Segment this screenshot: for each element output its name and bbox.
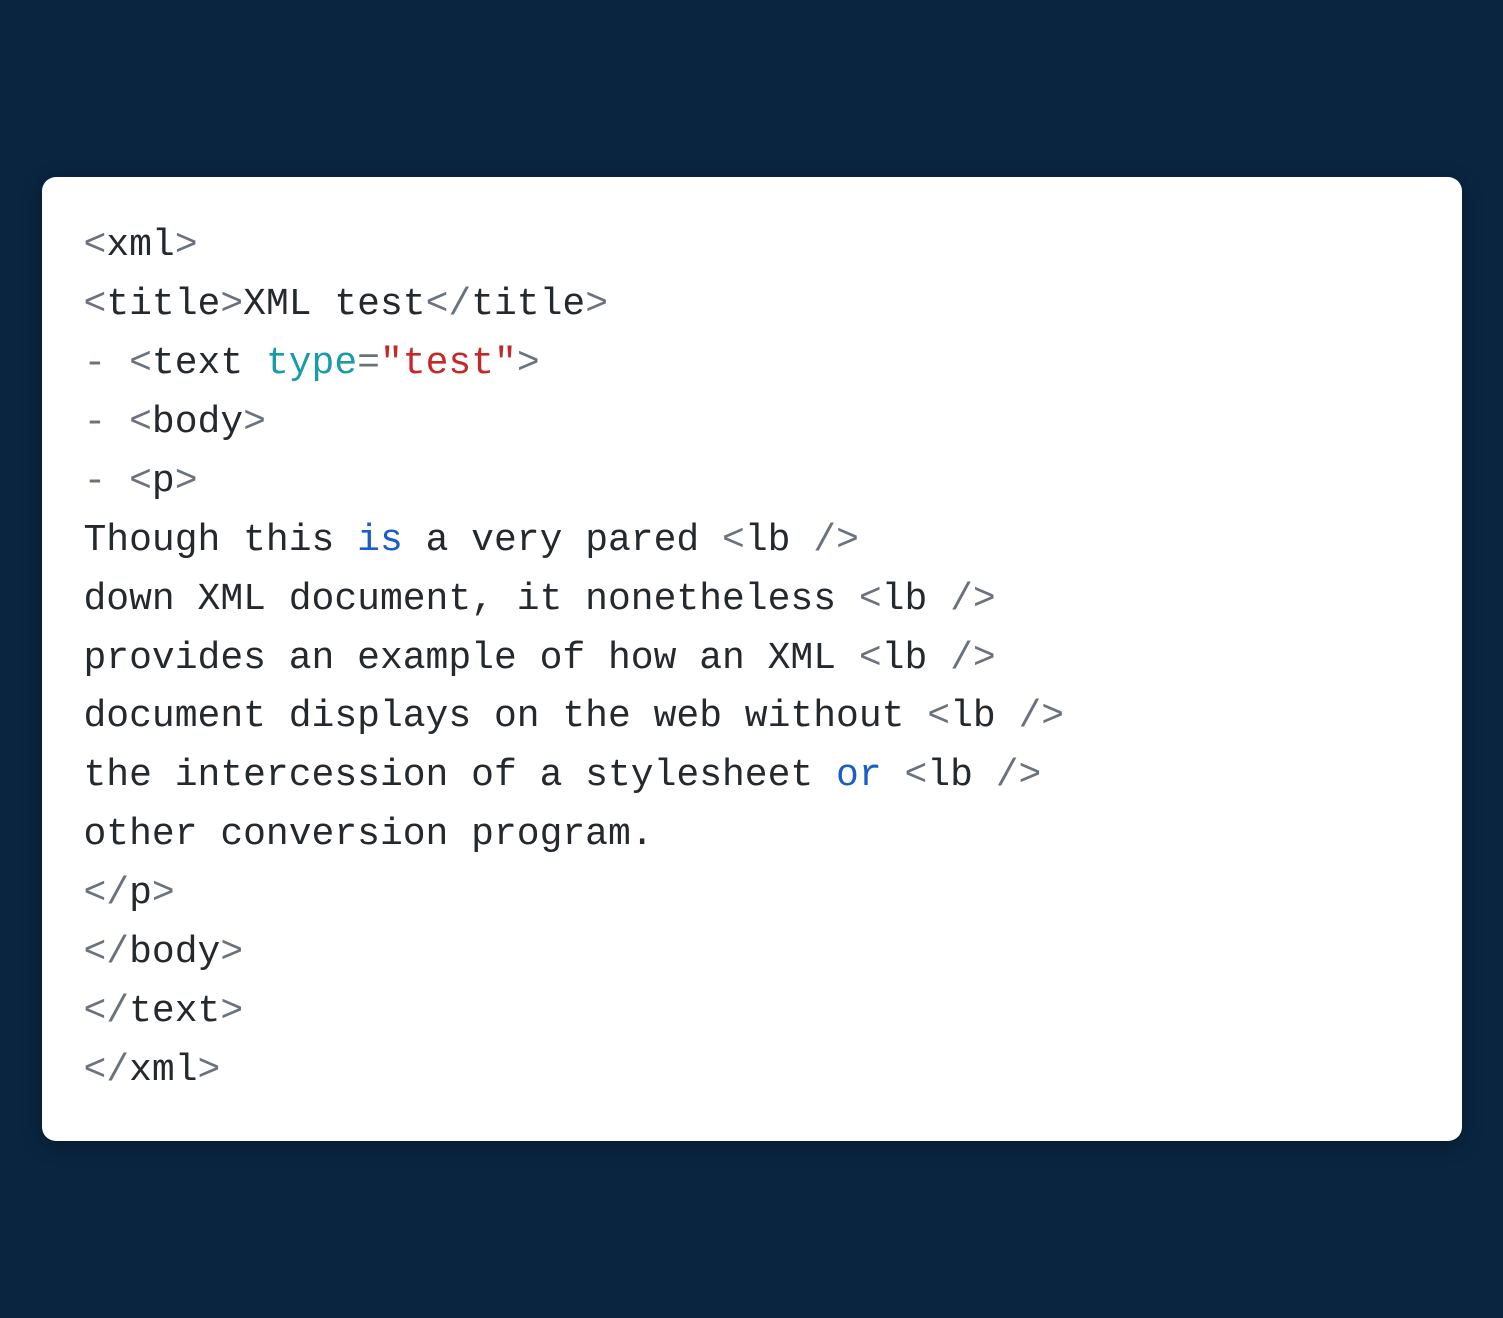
- code-token: down XML document, it nonetheless: [84, 578, 859, 621]
- code-line: </text>: [84, 983, 1420, 1042]
- code-line: - <text type="test">: [84, 335, 1420, 394]
- code-line: Though this is a very pared <lb />: [84, 512, 1420, 571]
- code-token: <: [84, 283, 107, 326]
- code-token: </: [84, 931, 130, 974]
- code-block: <xml><title>XML test</title>- <text type…: [84, 217, 1420, 1100]
- code-token: />: [950, 578, 996, 621]
- code-token: is: [357, 519, 403, 562]
- code-token: lb: [950, 695, 1018, 738]
- code-token: document displays on the web without: [84, 695, 928, 738]
- code-token: <: [904, 754, 927, 797]
- code-token: <: [84, 224, 107, 267]
- code-panel: <xml><title>XML test</title>- <text type…: [42, 177, 1462, 1140]
- code-line: other conversion program.: [84, 806, 1420, 865]
- code-line: document displays on the web without <lb…: [84, 688, 1420, 747]
- code-token: the intercession of a stylesheet: [84, 754, 837, 797]
- code-line: </p>: [84, 865, 1420, 924]
- code-token: >: [175, 224, 198, 267]
- code-token: >: [175, 460, 198, 503]
- code-line: </body>: [84, 924, 1420, 983]
- code-token: >: [152, 872, 175, 915]
- code-token: lb: [882, 578, 950, 621]
- code-line: the intercession of a stylesheet or <lb …: [84, 747, 1420, 806]
- code-token: text: [152, 342, 266, 385]
- code-token: -: [84, 460, 130, 503]
- code-token: text: [129, 990, 220, 1033]
- code-token: other conversion program.: [84, 813, 654, 856]
- code-token: <: [129, 460, 152, 503]
- code-token: >: [220, 990, 243, 1033]
- code-token: [882, 754, 905, 797]
- code-token: or: [836, 754, 882, 797]
- code-token: title: [471, 283, 585, 326]
- code-token: />: [813, 519, 859, 562]
- code-token: </: [426, 283, 472, 326]
- code-line: down XML document, it nonetheless <lb />: [84, 571, 1420, 630]
- code-token: Though this: [84, 519, 358, 562]
- code-token: <: [129, 342, 152, 385]
- code-token: />: [1018, 695, 1064, 738]
- code-token: provides an example of how an XML: [84, 637, 859, 680]
- code-token: lb: [927, 754, 995, 797]
- code-token: title: [106, 283, 220, 326]
- code-token: a very pared: [403, 519, 722, 562]
- code-token: body: [152, 401, 243, 444]
- code-token: =: [357, 342, 380, 385]
- code-token: p: [129, 872, 152, 915]
- code-line: <title>XML test</title>: [84, 276, 1420, 335]
- code-token: >: [517, 342, 540, 385]
- code-token: >: [243, 401, 266, 444]
- code-line: - <body>: [84, 394, 1420, 453]
- code-token: p: [152, 460, 175, 503]
- code-token: -: [84, 401, 130, 444]
- code-token: >: [220, 931, 243, 974]
- code-token: />: [996, 754, 1042, 797]
- code-line: - <p>: [84, 453, 1420, 512]
- code-token: <: [859, 578, 882, 621]
- code-token: xml: [106, 224, 174, 267]
- code-token: </: [84, 990, 130, 1033]
- code-token: "test": [380, 342, 517, 385]
- code-token: type: [266, 342, 357, 385]
- code-token: -: [84, 342, 130, 385]
- code-line: provides an example of how an XML <lb />: [84, 630, 1420, 689]
- code-token: >: [198, 1049, 221, 1092]
- code-line: </xml>: [84, 1042, 1420, 1101]
- code-token: >: [585, 283, 608, 326]
- code-token: <: [722, 519, 745, 562]
- code-token: XML test: [243, 283, 425, 326]
- code-line: <xml>: [84, 217, 1420, 276]
- code-token: lb: [745, 519, 813, 562]
- code-token: <: [859, 637, 882, 680]
- code-token: </: [84, 1049, 130, 1092]
- code-token: </: [84, 872, 130, 915]
- code-token: xml: [129, 1049, 197, 1092]
- code-token: >: [220, 283, 243, 326]
- code-token: body: [129, 931, 220, 974]
- code-token: <: [129, 401, 152, 444]
- code-token: <: [927, 695, 950, 738]
- code-token: />: [950, 637, 996, 680]
- code-token: lb: [882, 637, 950, 680]
